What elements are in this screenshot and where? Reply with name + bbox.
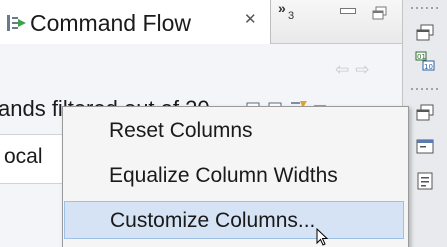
chevron-double-icon: » bbox=[278, 0, 286, 16]
workbench-window: Command Flow ✕ » 3 ⇦⇨ ands filtered out … bbox=[0, 0, 447, 247]
tab-overflow-button[interactable]: » 3 bbox=[278, 0, 300, 25]
view-tab-bar: Command Flow ✕ » 3 bbox=[0, 0, 402, 44]
menu-item-equalize-column-widths[interactable]: Equalize Column Widths bbox=[64, 157, 404, 195]
cell-text: ocal bbox=[4, 145, 43, 168]
grip-dots-icon bbox=[411, 7, 438, 9]
history-nav: ⇦⇨ bbox=[335, 60, 376, 80]
table-cell[interactable]: ocal bbox=[0, 134, 62, 184]
svg-text:10: 10 bbox=[424, 63, 433, 71]
properties-view-icon[interactable] bbox=[414, 170, 436, 192]
maximize-icon[interactable] bbox=[372, 6, 388, 20]
close-icon[interactable]: ✕ bbox=[244, 10, 257, 28]
mouse-pointer-icon bbox=[316, 228, 329, 246]
column-context-menu: Reset Columns Equalize Column Widths Cus… bbox=[62, 106, 409, 247]
back-arrow-icon[interactable]: ⇦ bbox=[335, 60, 355, 79]
outline-view-icon[interactable]: 01 10 bbox=[414, 50, 436, 72]
menu-item-customize-columns[interactable]: Customize Columns... bbox=[64, 201, 404, 239]
forward-arrow-icon[interactable]: ⇨ bbox=[355, 60, 375, 79]
console-view-icon[interactable] bbox=[414, 136, 436, 158]
tab-title: Command Flow bbox=[30, 10, 192, 36]
svg-text:01: 01 bbox=[417, 53, 426, 61]
command-flow-icon bbox=[7, 15, 26, 31]
overflow-count: 3 bbox=[288, 10, 295, 22]
grip-dots-icon bbox=[411, 88, 438, 90]
minimize-icon[interactable] bbox=[340, 8, 356, 14]
menu-item-reset-columns[interactable]: Reset Columns bbox=[64, 112, 404, 150]
restore-icon[interactable] bbox=[414, 102, 436, 124]
restore-icon[interactable] bbox=[414, 22, 436, 44]
command-flow-tab[interactable]: Command Flow ✕ bbox=[0, 0, 271, 44]
